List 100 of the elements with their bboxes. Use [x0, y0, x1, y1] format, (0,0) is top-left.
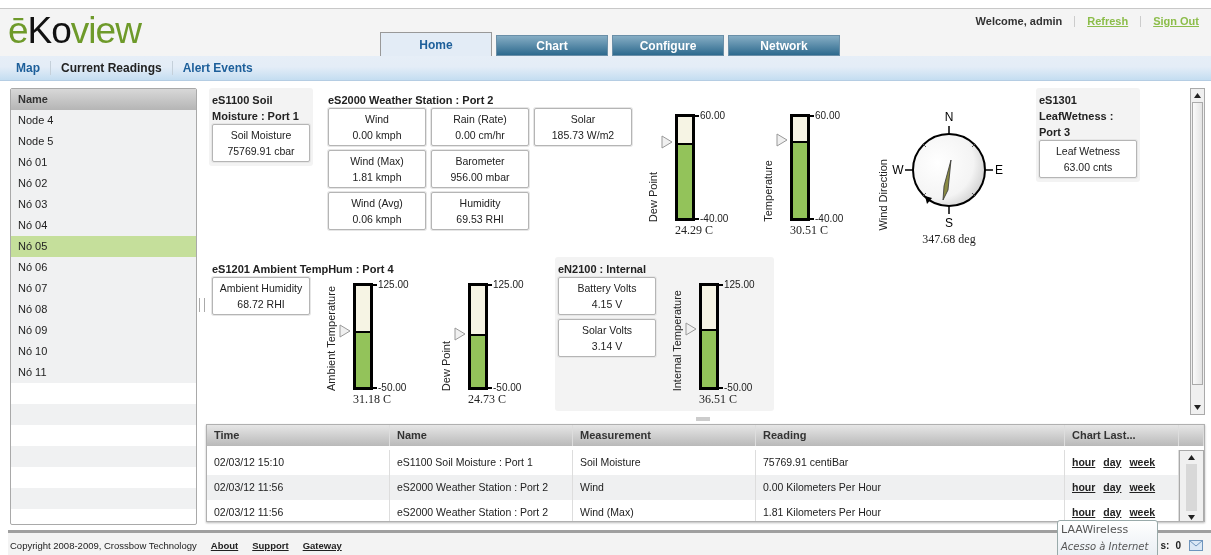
scale-min: -40.00 — [810, 214, 844, 224]
reading-label: Battery Volts — [577, 282, 637, 294]
sub-nav-link[interactable]: Map — [16, 61, 40, 75]
gauge-label: Temperature — [762, 160, 774, 222]
scroll-down-icon[interactable] — [1194, 405, 1201, 410]
column-header[interactable]: Chart Last... — [1065, 425, 1179, 446]
node-list-item[interactable]: Nó 08 — [11, 299, 196, 320]
node-list-item[interactable]: Nó 07 — [11, 278, 196, 299]
gauge-label: Wind Direction — [877, 159, 889, 231]
table-cell: 02/03/12 11:56 — [207, 500, 390, 521]
chart-link[interactable]: day — [1103, 500, 1122, 521]
chart-link[interactable]: week — [1129, 500, 1156, 521]
gauge-reading: 30.51 C — [790, 223, 828, 238]
footer-link[interactable]: Support — [252, 540, 289, 551]
reading-value: 4.15 V — [591, 298, 623, 310]
chart-link[interactable]: day — [1103, 475, 1122, 500]
reading-value: 0.00 cm/hr — [455, 129, 505, 141]
gauge-reading: 24.29 C — [675, 223, 713, 238]
reading-label: Wind — [365, 113, 389, 125]
pointer-icon — [685, 322, 697, 336]
table-cell: 02/03/12 11:56 — [207, 475, 390, 500]
node-list-item[interactable]: Nó 03 — [11, 194, 196, 215]
status-label: s: — [1160, 540, 1170, 551]
gauge-label: Internal Temperature — [671, 289, 683, 391]
reading-label: Wind (Max) — [350, 155, 404, 167]
splitter-handle[interactable] — [696, 417, 710, 421]
scale-max: 125.00 — [373, 280, 409, 290]
node-list-item[interactable]: Nó 01 — [11, 152, 196, 173]
chart-link[interactable]: week — [1129, 450, 1156, 475]
table-cell: Wind — [573, 475, 756, 500]
nav-tab[interactable]: Home — [380, 32, 492, 56]
chart-link[interactable]: hour — [1072, 450, 1096, 475]
reading-value: 68.72 RHI — [237, 298, 285, 310]
compass-letter: E — [995, 163, 1003, 177]
node-list-item[interactable]: Nó 09 — [11, 320, 196, 341]
gauge-reading: 24.73 C — [468, 392, 506, 407]
node-list-item[interactable]: Nó 05 — [11, 236, 196, 257]
table-cell: eS2000 Weather Station : Port 2 — [390, 475, 573, 500]
chart-link[interactable]: day — [1103, 450, 1122, 475]
panel-title: eS1100 Soil Moisture : Port 1 — [212, 93, 300, 124]
reading-value: 0.00 kmph — [352, 129, 402, 141]
scroll-down-icon[interactable] — [1188, 515, 1195, 520]
pointer-icon — [776, 132, 788, 147]
gauge-label: Dew Point — [440, 340, 452, 391]
reading-value: 69.53 RHI — [456, 213, 504, 225]
compass-letter: W — [892, 163, 904, 177]
scroll-up-icon[interactable] — [1194, 93, 1201, 98]
tooltip-subtitle: Acesso à Internet — [1061, 540, 1150, 554]
footer-link[interactable]: Gateway — [302, 540, 342, 551]
node-list-item[interactable]: Nó 06 — [11, 257, 196, 278]
table-cell: eS2000 Weather Station : Port 2 — [390, 500, 573, 521]
envelope-icon[interactable] — [1189, 540, 1203, 551]
compass-letter: N — [944, 110, 954, 124]
nav-tab[interactable]: Configure — [612, 35, 724, 56]
scroll-up-icon[interactable] — [1188, 455, 1195, 460]
nav-tab[interactable]: Chart — [496, 35, 608, 56]
node-list-item[interactable]: Nó 02 — [11, 173, 196, 194]
node-list-item[interactable]: Nó 10 — [11, 341, 196, 362]
pointer-icon — [339, 324, 351, 339]
column-header[interactable]: Measurement — [573, 425, 756, 446]
chart-link[interactable]: week — [1129, 475, 1156, 500]
reading-label: Solar — [570, 113, 596, 125]
scale-max: 125.00 — [719, 280, 755, 290]
tooltip-title: LAAWireless — [1061, 522, 1130, 538]
scrollbar[interactable] — [1179, 450, 1204, 521]
copyright-text: Copyright 2008-2009, Crossbow Technology — [10, 540, 197, 551]
sub-nav-link[interactable]: Current Readings — [61, 61, 162, 75]
reading-value: 956.00 mbar — [450, 171, 510, 183]
compass-reading: 347.68 deg — [922, 232, 976, 247]
reading-value: 75769.91 cbar — [227, 145, 295, 157]
nav-tab[interactable]: Network — [728, 35, 840, 56]
node-list-item[interactable]: Nó 04 — [11, 215, 196, 236]
gauge-reading: 36.51 C — [699, 392, 737, 407]
reading-value: 3.14 V — [591, 340, 623, 352]
scale-max: 60.00 — [810, 111, 841, 121]
reading-label: Solar Volts — [581, 324, 633, 336]
scale-min: -50.00 — [373, 383, 407, 393]
footer-link[interactable]: About — [210, 540, 239, 551]
panel-title: eS2000 Weather Station : Port 2 — [328, 93, 495, 108]
splitter-handle[interactable] — [199, 298, 205, 312]
node-list-item[interactable]: Nó 11 — [11, 362, 196, 383]
node-list-item[interactable]: Node 4 — [11, 110, 196, 131]
pointer-icon — [454, 327, 466, 342]
chart-link[interactable]: hour — [1072, 475, 1096, 500]
column-header[interactable]: Name — [390, 425, 573, 446]
header-corner — [1179, 425, 1204, 446]
column-header[interactable]: Time — [207, 425, 390, 446]
reading-label: Leaf Wetness — [1056, 145, 1120, 157]
gauge-reading: 31.18 C — [353, 392, 391, 407]
scrollbar[interactable] — [1190, 88, 1205, 415]
gauge-label: Ambient Temperature — [325, 286, 337, 391]
chart-link[interactable]: hour — [1072, 500, 1096, 521]
reading-label: Wind (Avg) — [351, 197, 403, 209]
column-header[interactable]: Reading — [756, 425, 1065, 446]
scale-max: 125.00 — [488, 280, 524, 290]
welcome-text: Welcome, admin — [975, 15, 1063, 27]
column-header: Name — [11, 89, 196, 110]
reading-value: 0.06 kmph — [352, 213, 402, 225]
sub-nav-link[interactable]: Alert Events — [182, 61, 253, 75]
node-list-item[interactable]: Node 5 — [11, 131, 196, 152]
